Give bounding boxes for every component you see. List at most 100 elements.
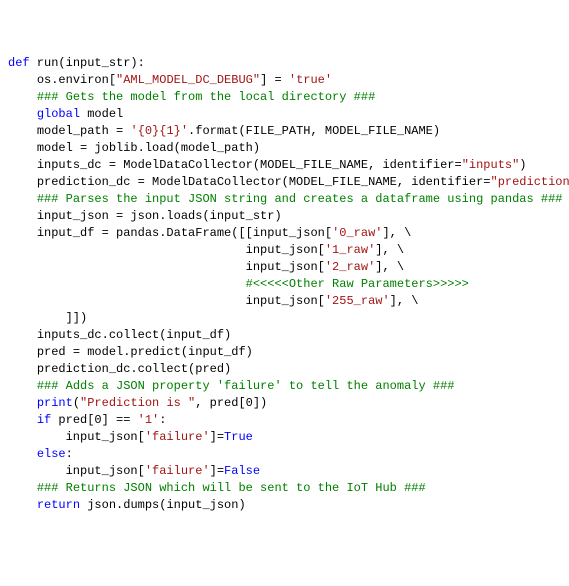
- code-line: os.environ["AML_MODEL_DC_DEBUG"] = 'true…: [8, 72, 561, 89]
- code-token: input_df = pandas.DataFrame([[input_json…: [37, 226, 332, 240]
- code-line: ### Gets the model from the local direct…: [8, 89, 561, 106]
- code-token: ], \: [382, 226, 411, 240]
- code-line: model = joblib.load(model_path): [8, 140, 561, 157]
- code-token: run(input_str):: [30, 56, 145, 70]
- code-token: (: [73, 396, 80, 410]
- code-token: input_json[: [8, 260, 325, 274]
- code-token: pred = model.predict(input_df): [37, 345, 253, 359]
- code-token: ]]): [66, 311, 88, 325]
- indent: [8, 481, 37, 495]
- code-token: '1_raw': [325, 243, 375, 257]
- indent: [8, 379, 37, 393]
- code-token: ### Adds a JSON property 'failure' to te…: [37, 379, 455, 393]
- indent: [8, 328, 37, 342]
- code-token: 'true': [289, 73, 332, 87]
- code-token: ], \: [375, 260, 404, 274]
- code-token: def: [8, 56, 30, 70]
- indent: [8, 447, 37, 461]
- code-line: ### Parses the input JSON string and cre…: [8, 191, 561, 208]
- code-token: , pred[0]): [195, 396, 267, 410]
- indent: [8, 464, 66, 478]
- code-token: False: [224, 464, 260, 478]
- code-token: ### Gets the model from the local direct…: [37, 90, 375, 104]
- code-line: ### Returns JSON which will be sent to t…: [8, 480, 561, 497]
- code-token: "AML_MODEL_DC_DEBUG": [116, 73, 260, 87]
- code-line: input_json['1_raw'], \: [8, 242, 561, 259]
- indent: [8, 396, 37, 410]
- code-token: '2_raw': [325, 260, 375, 274]
- indent: [8, 226, 37, 240]
- code-token: input_json[: [66, 464, 145, 478]
- code-line: ]]): [8, 310, 561, 327]
- code-token: ]=: [210, 430, 224, 444]
- code-token: model = joblib.load(model_path): [37, 141, 260, 155]
- code-token: prediction_dc.collect(pred): [37, 362, 231, 376]
- code-token: 'failure': [145, 430, 210, 444]
- code-line: model_path = '{0}{1}'.format(FILE_PATH, …: [8, 123, 561, 140]
- code-line: #<<<<<Other Raw Parameters>>>>>: [8, 276, 561, 293]
- code-token: '255_raw': [325, 294, 390, 308]
- indent: [8, 124, 37, 138]
- code-token: ]=: [210, 464, 224, 478]
- code-token: json.dumps(input_json): [80, 498, 246, 512]
- indent: [8, 90, 37, 104]
- code-editor-view: def run(input_str): os.environ["AML_MODE…: [8, 55, 561, 514]
- code-token: ] =: [260, 73, 289, 87]
- code-line: input_json['2_raw'], \: [8, 259, 561, 276]
- code-line: input_df = pandas.DataFrame([[input_json…: [8, 225, 561, 242]
- indent: [8, 192, 37, 206]
- code-token: '1': [138, 413, 160, 427]
- code-token: .format(FILE_PATH, MODEL_FILE_NAME): [188, 124, 440, 138]
- code-token: inputs_dc = ModelDataCollector(MODEL_FIL…: [37, 158, 462, 172]
- indent: [8, 362, 37, 376]
- indent: [8, 345, 37, 359]
- code-token: [8, 277, 246, 291]
- code-line: global model: [8, 106, 561, 123]
- indent: [8, 430, 66, 444]
- code-token: else: [37, 447, 66, 461]
- code-token: prediction_dc = ModelDataCollector(MODEL…: [37, 175, 491, 189]
- code-line: ### Adds a JSON property 'failure' to te…: [8, 378, 561, 395]
- code-token: :: [66, 447, 73, 461]
- code-line: input_json = json.loads(input_str): [8, 208, 561, 225]
- code-line: def run(input_str):: [8, 55, 561, 72]
- code-token: pred[0] ==: [51, 413, 137, 427]
- code-token: model: [80, 107, 123, 121]
- indent: [8, 141, 37, 155]
- code-token: True: [224, 430, 253, 444]
- code-token: ], \: [375, 243, 404, 257]
- code-token: ): [519, 158, 526, 172]
- code-line: pred = model.predict(input_df): [8, 344, 561, 361]
- code-line: print("Prediction is ", pred[0]): [8, 395, 561, 412]
- indent: [8, 498, 37, 512]
- code-token: ### Returns JSON which will be sent to t…: [37, 481, 426, 495]
- code-token: if: [37, 413, 51, 427]
- indent: [8, 311, 66, 325]
- code-token: print: [37, 396, 73, 410]
- indent: [8, 175, 37, 189]
- code-token: input_json = json.loads(input_str): [37, 209, 282, 223]
- code-token: os.environ[: [37, 73, 116, 87]
- code-token: input_json[: [66, 430, 145, 444]
- code-token: model_path =: [37, 124, 131, 138]
- indent: [8, 413, 37, 427]
- code-token: "Prediction is ": [80, 396, 195, 410]
- code-line: inputs_dc.collect(input_df): [8, 327, 561, 344]
- code-token: "prediction": [491, 175, 569, 189]
- code-line: inputs_dc = ModelDataCollector(MODEL_FIL…: [8, 157, 561, 174]
- code-token: 'failure': [145, 464, 210, 478]
- code-token: inputs_dc.collect(input_df): [37, 328, 231, 342]
- code-token: input_json[: [8, 294, 325, 308]
- indent: [8, 73, 37, 87]
- code-token: '0_raw': [332, 226, 382, 240]
- code-token: global: [37, 107, 80, 121]
- code-token: ], \: [390, 294, 419, 308]
- code-line: input_json['failure']=True: [8, 429, 561, 446]
- code-line: prediction_dc = ModelDataCollector(MODEL…: [8, 174, 561, 191]
- code-line: input_json['failure']=False: [8, 463, 561, 480]
- code-line: else:: [8, 446, 561, 463]
- code-token: #<<<<<Other Raw Parameters>>>>>: [246, 277, 469, 291]
- code-line: prediction_dc.collect(pred): [8, 361, 561, 378]
- code-line: if pred[0] == '1':: [8, 412, 561, 429]
- code-token: ### Parses the input JSON string and cre…: [37, 192, 563, 206]
